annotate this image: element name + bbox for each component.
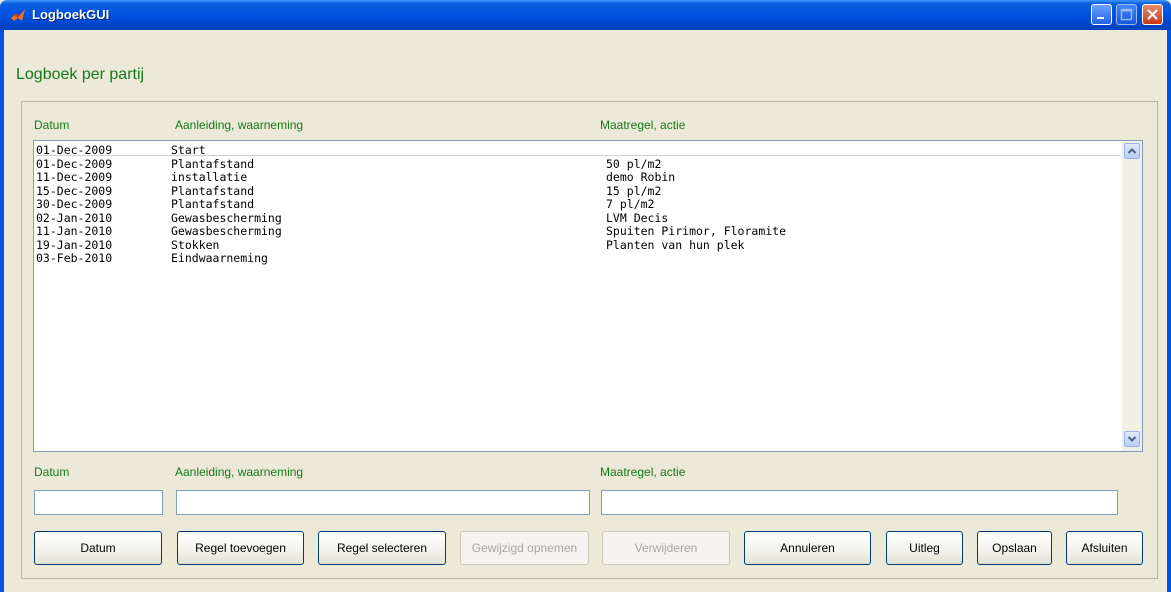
- list-item[interactable]: 19-Jan-2010 Stokken Planten van hun plek: [36, 238, 1121, 253]
- scroll-down-button[interactable]: [1124, 431, 1140, 447]
- label-reason: Aanleiding, waarneming: [175, 465, 304, 479]
- date-input[interactable]: [34, 490, 163, 515]
- row-divider: [36, 155, 1121, 156]
- window-title: LogboekGUI: [32, 7, 110, 22]
- delete-button[interactable]: Verwijderen: [602, 531, 730, 565]
- save-changed-button[interactable]: Gewijzigd opnemen: [460, 531, 589, 565]
- scroll-up-button[interactable]: [1124, 143, 1140, 159]
- column-header-action: Maatregel, actie: [600, 118, 686, 132]
- select-row-button[interactable]: Regel selecteren: [318, 531, 446, 565]
- action-input[interactable]: [601, 490, 1118, 515]
- maximize-button[interactable]: [1116, 4, 1137, 25]
- logbook-list[interactable]: 01-Dec-2009 Start 01-Dec-2009 Plantafstand…: [33, 140, 1143, 452]
- list-item[interactable]: 30-Dec-2009 Plantafstand 7 pl/m2: [36, 197, 1121, 212]
- datum-button[interactable]: Datum: [34, 531, 162, 565]
- title-bar[interactable]: LogboekGUI: [0, 0, 1171, 30]
- window-frame-right: [1167, 30, 1171, 592]
- page-title: Logboek per partij: [16, 66, 145, 83]
- close-window-button[interactable]: [1142, 4, 1163, 25]
- list-item[interactable]: 11-Jan-2010 Gewasbescherming Spuiten Pirim…: [36, 224, 1121, 239]
- close-button[interactable]: Afsluiten: [1066, 531, 1143, 565]
- label-action: Maatregel, actie: [600, 465, 686, 479]
- minimize-button[interactable]: [1091, 4, 1112, 25]
- list-item[interactable]: 15-Dec-2009 Plantafstand 15 pl/m2: [36, 184, 1121, 199]
- label-date: Datum: [34, 465, 70, 479]
- list-item[interactable]: 03-Feb-2010 Eindwaarneming: [36, 251, 1121, 266]
- cancel-button[interactable]: Annuleren: [744, 531, 871, 565]
- matlab-logo-icon: [11, 9, 25, 21]
- maximize-icon: [1120, 8, 1133, 21]
- column-header-date: Datum: [34, 118, 70, 132]
- list-item[interactable]: 02-Jan-2010 Gewasbescherming LVM Decis: [36, 211, 1121, 226]
- close-icon: [1147, 9, 1158, 20]
- vertical-scrollbar[interactable]: [1122, 141, 1142, 451]
- chevron-down-icon: [1127, 436, 1137, 442]
- save-button[interactable]: Opslaan: [977, 531, 1052, 565]
- add-row-button[interactable]: Regel toevoegen: [177, 531, 304, 565]
- reason-input[interactable]: [176, 490, 590, 515]
- chevron-up-icon: [1127, 148, 1137, 154]
- minimize-icon: [1097, 17, 1104, 19]
- list-rows: 01-Dec-2009 Start 01-Dec-2009 Plantafstand…: [36, 143, 1121, 266]
- list-item[interactable]: 11-Dec-2009 installatie demo Robin: [36, 170, 1121, 185]
- explain-button[interactable]: Uitleg: [886, 531, 963, 565]
- column-header-reason: Aanleiding, waarneming: [175, 118, 304, 132]
- list-item[interactable]: 01-Dec-2009 Plantafstand 50 pl/m2: [36, 157, 1121, 172]
